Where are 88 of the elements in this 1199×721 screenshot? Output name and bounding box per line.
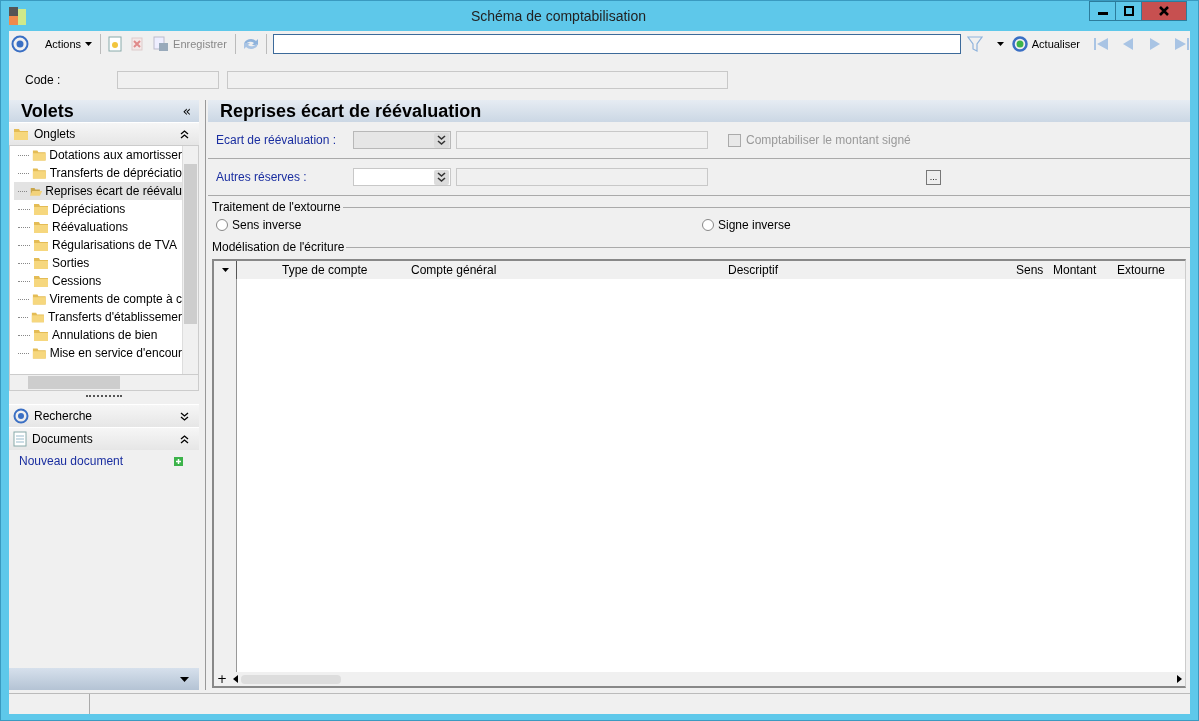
add-icon[interactable] (174, 456, 183, 466)
splitter-grip[interactable] (86, 395, 122, 400)
column-header[interactable]: Type de compte (237, 263, 411, 277)
tree-item[interactable]: Dotations aux amortisser (14, 146, 182, 164)
field-label: Ecart de réévaluation : (216, 133, 338, 147)
last-page-icon[interactable] (1174, 36, 1191, 52)
account-name-field[interactable] (456, 168, 708, 186)
folder-icon (33, 328, 49, 342)
folder-icon (13, 127, 29, 141)
description-field[interactable] (227, 71, 728, 89)
section-title: Recherche (34, 409, 94, 423)
group-title: Traitement de l'extourne (211, 200, 342, 214)
tree-item[interactable]: Virements de compte à c (14, 290, 182, 308)
right-arrow-icon (1177, 675, 1182, 683)
maximize-icon (1123, 6, 1134, 16)
maximize-button[interactable] (1115, 1, 1142, 21)
group-title: Modélisation de l'écriture (211, 240, 346, 254)
search-field[interactable] (272, 34, 961, 54)
first-page-icon[interactable] (1093, 36, 1110, 52)
folder-icon (31, 148, 47, 162)
document-icon (13, 431, 27, 447)
tree-item[interactable]: Mise en service d'encour (14, 344, 182, 362)
add-row-button[interactable]: + (214, 672, 230, 686)
horizontal-scrollbar[interactable] (9, 375, 199, 391)
filter-icon[interactable] (966, 36, 983, 52)
tree-item[interactable]: Annulations de bien (14, 326, 182, 344)
section-title: Reprises écart de réévaluation (208, 100, 1190, 122)
target-icon[interactable] (11, 35, 29, 53)
double-chevron-icon (434, 132, 449, 148)
tree-item[interactable]: Transferts d'établissemer (14, 308, 182, 326)
caret-icon (180, 676, 189, 682)
code-field[interactable] (117, 71, 219, 89)
tree-item[interactable]: Transferts de dépréciatio (14, 164, 182, 182)
save-document-icon (153, 36, 170, 52)
panel-title: Volets (21, 100, 74, 122)
refresh-icon (1011, 36, 1028, 52)
caret-icon (85, 42, 93, 46)
close-button[interactable] (1141, 1, 1187, 21)
minimize-button[interactable] (1089, 1, 1116, 21)
column-header[interactable]: Descriptif (728, 263, 1016, 277)
column-header[interactable]: Compte général (411, 263, 728, 277)
panel-footer[interactable] (9, 668, 199, 690)
vertical-scrollbar[interactable] (182, 146, 198, 374)
left-arrow-icon (233, 675, 238, 683)
account-dropdown[interactable] (353, 168, 451, 186)
tree-item[interactable]: Régularisations de TVA (14, 236, 182, 254)
browse-button[interactable]: ... (926, 169, 941, 185)
target-icon (13, 408, 29, 424)
actions-menu-button[interactable]: Actions (43, 38, 95, 50)
folder-icon (32, 166, 47, 180)
caret-icon (221, 268, 229, 272)
refresh-button[interactable]: Actualiser (1009, 36, 1083, 52)
account-name-field[interactable] (456, 131, 708, 149)
folder-icon (31, 292, 47, 306)
new-document-icon[interactable] (107, 36, 124, 52)
caret-icon[interactable] (996, 42, 1004, 46)
section-header[interactable]: Recherche (9, 404, 199, 427)
radio-option[interactable]: Signe inverse (702, 218, 1188, 232)
folder-icon (32, 346, 47, 360)
collapse-button[interactable]: « (182, 103, 191, 119)
folder-icon (31, 310, 46, 324)
folder-icon (33, 238, 49, 252)
column-header[interactable]: Sens (1016, 263, 1053, 277)
section-title: Onglets (34, 127, 77, 141)
column-header[interactable]: Extourne (1117, 263, 1185, 277)
radio-option[interactable]: Sens inverse (216, 218, 702, 232)
tree-item[interactable]: Reprises écart de réévalu (14, 182, 182, 200)
code-label: Code : (25, 73, 62, 87)
folder-icon (33, 202, 49, 216)
tree-item[interactable]: Cessions (14, 272, 182, 290)
app-logo-icon (9, 7, 27, 25)
field-label: Autres réserves : (216, 170, 308, 184)
tree-item[interactable]: Réévaluations (14, 218, 182, 236)
new-document-link[interactable]: Nouveau document (19, 454, 124, 468)
section-title: Documents (32, 432, 94, 446)
folder-icon (33, 220, 49, 234)
window-title: Schéma de comptabilisation (469, 8, 648, 24)
folder-icon (33, 256, 49, 270)
column-header[interactable]: Montant (1053, 263, 1117, 277)
tree-item[interactable]: Sorties (14, 254, 182, 272)
double-chevron-icon (434, 169, 449, 185)
folder-icon (33, 274, 49, 288)
tree-item[interactable]: Dépréciations (14, 200, 182, 218)
close-icon (1159, 6, 1169, 16)
sync-arrows-icon[interactable] (241, 36, 260, 52)
section-header[interactable]: Documents (9, 427, 199, 450)
section-header[interactable]: Onglets (9, 122, 199, 145)
delete-icon[interactable] (129, 36, 146, 52)
